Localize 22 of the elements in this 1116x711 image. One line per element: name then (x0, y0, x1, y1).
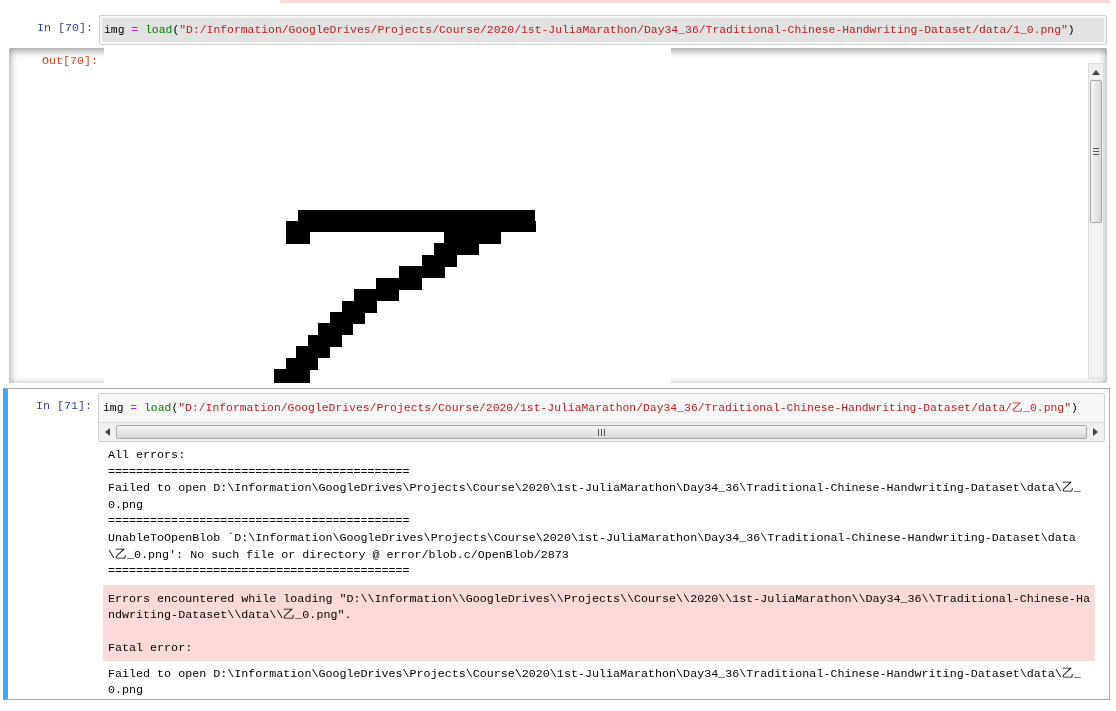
scroll-left-icon[interactable] (105, 428, 110, 436)
vertical-scrollbar[interactable] (1088, 63, 1104, 379)
output-prompt: Out[70]: (40, 53, 99, 70)
scroll-up-icon[interactable] (1092, 69, 1100, 75)
input-prompt: In [70]: (35, 20, 94, 35)
output-text: UnableToOpenBlob `D:\Information\GoogleDrives\Projects\Course\2020\1st-JuliaMarathon\Day34_36\Traditional-Chinese-Handwriting-Dataset\data \乙_0.png': No such file or directory @ error/blob.c/OpenBlob/2873 (107, 529, 1077, 564)
output-text: =========================================== (107, 513, 411, 530)
error-text: Fatal error: (108, 639, 194, 657)
code-input[interactable]: img = load("D:/Information/GoogleDrives/Projects/Course/2020/1st-JuliaMarathon/Day34_36/Traditional-Chinese-Handwriting-Dataset/data/乙_0.png") (98, 393, 1105, 442)
scroll-right-icon[interactable] (1093, 428, 1098, 436)
output-text: Failed to open D:\Information\GoogleDrives\Projects\Course\2020\1st-JuliaMarathon\Day34_36\Traditional-Chinese-Handwriting-Dataset\data\乙_ 0.png (107, 665, 1082, 699)
scrollbar-thumb[interactable] (116, 425, 1087, 439)
output-text: =========================================== (107, 563, 411, 580)
notebook-cell[interactable]: In [70]: img = load("D:/Information/GoogleDrives/Projects/Course/2020/1st-JuliaMarathon/Day34_36/Traditional-Chinese-Handwriting-Dataset/data/1_0.png") Out[70]: (8, 11, 1108, 384)
scrollbar-thumb[interactable] (1090, 80, 1102, 223)
input-prompt: In [71]: (34, 398, 93, 413)
output-text: All errors: (107, 447, 187, 464)
error-text: Errors encountered while loading "D:\\Information\\GoogleDrives\\Projects\\Course\\2020\\1st-JuliaMarathon\\Day34_36\\Traditional-Chinese-Ha ndwriting-Dataset\\data\\乙_0.png". (108, 590, 1091, 624)
output-text: Failed to open D:\Information\GoogleDrives\Projects\Course\2020\1st-JuliaMarathon\Day34_36\Traditional-Chinese-Handwriting-Dataset\data\乙_ 0.png (107, 480, 1082, 514)
notebook-cell[interactable] (3, 388, 1110, 700)
horizontal-scrollbar[interactable] (99, 422, 1104, 441)
output-text: =========================================== (107, 463, 411, 481)
